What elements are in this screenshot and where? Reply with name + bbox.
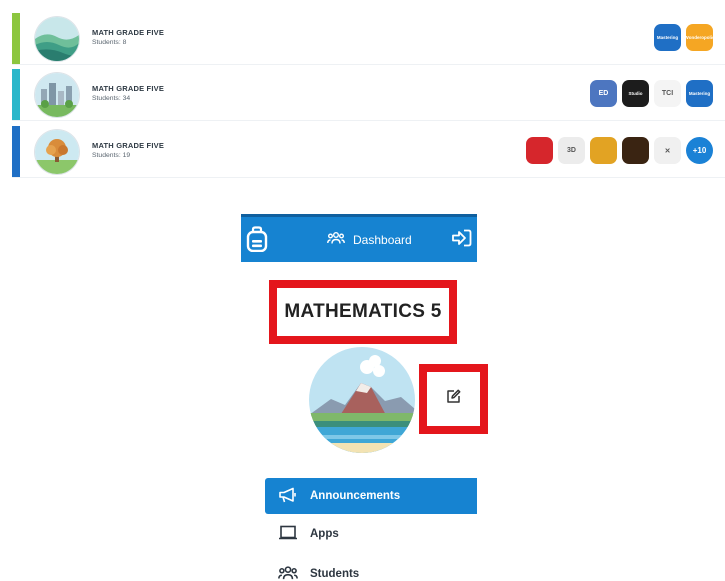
student-count: Students: 19	[92, 152, 131, 159]
smarthistory-app-icon[interactable]: Wonderopolis	[686, 24, 713, 51]
class-thumbnail	[35, 130, 79, 174]
class-info: MATH GRADE FIVE Students: 8	[92, 28, 164, 48]
course-title-highlight: MATHEMATICS 5	[269, 280, 457, 344]
student-count: Students: 8	[92, 39, 127, 46]
class-info: MATH GRADE FIVE Students: 34	[92, 84, 164, 104]
app-label: TCI	[661, 90, 674, 97]
nav-announcements[interactable]: Announcements	[265, 478, 477, 514]
course-title: MATHEMATICS 5	[284, 301, 442, 322]
tci-app-icon[interactable]: TCI	[654, 80, 681, 107]
nav-label: Announcements	[310, 490, 401, 502]
more-apps-badge[interactable]: +10	[686, 137, 713, 164]
lantern-app-icon[interactable]	[622, 137, 649, 164]
class-apps: ED Studio TCI Mastering	[590, 80, 713, 107]
logout-icon[interactable]	[452, 229, 472, 252]
megaphone-icon	[278, 487, 298, 506]
studio-app-icon[interactable]: Studio	[622, 80, 649, 107]
3d-app-icon[interactable]: 3D	[558, 137, 585, 164]
people-icon	[327, 231, 345, 248]
nav-apps[interactable]: Apps	[265, 516, 477, 552]
class-thumbnail	[35, 17, 79, 61]
edit-icon	[446, 389, 461, 409]
class-row[interactable]: MATH GRADE FIVE Students: 19 3D ✕ +10	[12, 126, 725, 178]
class-color-bar	[12, 69, 20, 120]
mask-app-icon[interactable]	[590, 137, 617, 164]
nav-label: Students	[310, 568, 360, 580]
app-label: ✕	[664, 147, 671, 155]
course-panel: Dashboard MATHEMATICS 5 Announcements Ap…	[241, 214, 488, 581]
laptop-icon	[278, 525, 298, 544]
x-app-icon[interactable]: ✕	[654, 137, 681, 164]
app-label: Studio	[628, 91, 643, 96]
people-icon	[278, 565, 298, 581]
app-label: Wonderopolis	[686, 35, 713, 40]
class-row[interactable]: MATH GRADE FIVE Students: 8 Mastering Wonde…	[12, 13, 725, 65]
nav-students[interactable]: Students	[265, 556, 477, 581]
class-name: MATH GRADE FIVE	[92, 28, 165, 37]
top-bar: Dashboard	[241, 214, 477, 262]
app-label: Mastering	[656, 35, 679, 40]
mastering-ap-physics-app-icon[interactable]: Mastering	[654, 24, 681, 51]
class-row[interactable]: MATH GRADE FIVE Students: 34 ED Studio TCI Ma…	[12, 69, 725, 121]
app-label: ED	[598, 90, 609, 97]
cube-app-icon[interactable]	[526, 137, 553, 164]
class-color-bar	[12, 126, 20, 177]
nav-label: Apps	[310, 528, 339, 540]
ed-week-app-icon[interactable]: ED	[590, 80, 617, 107]
class-info: MATH GRADE FIVE Students: 19	[92, 141, 164, 161]
class-name: MATH GRADE FIVE	[92, 84, 165, 93]
backpack-icon[interactable]	[245, 226, 269, 257]
mastering-app-icon[interactable]: Mastering	[686, 80, 713, 107]
class-apps: Mastering Wonderopolis	[654, 24, 713, 51]
app-label: +10	[692, 146, 707, 155]
app-label: Mastering	[688, 91, 711, 96]
course-avatar	[309, 347, 415, 453]
class-thumbnail	[35, 73, 79, 117]
class-name: MATH GRADE FIVE	[92, 141, 165, 150]
dashboard-link[interactable]: Dashboard	[327, 231, 412, 248]
class-color-bar	[12, 13, 20, 64]
class-apps: 3D ✕ +10	[526, 137, 713, 164]
edit-course-button[interactable]	[419, 364, 488, 434]
dashboard-label: Dashboard	[353, 232, 412, 247]
student-count: Students: 34	[92, 95, 131, 102]
app-label: 3D	[567, 147, 576, 154]
